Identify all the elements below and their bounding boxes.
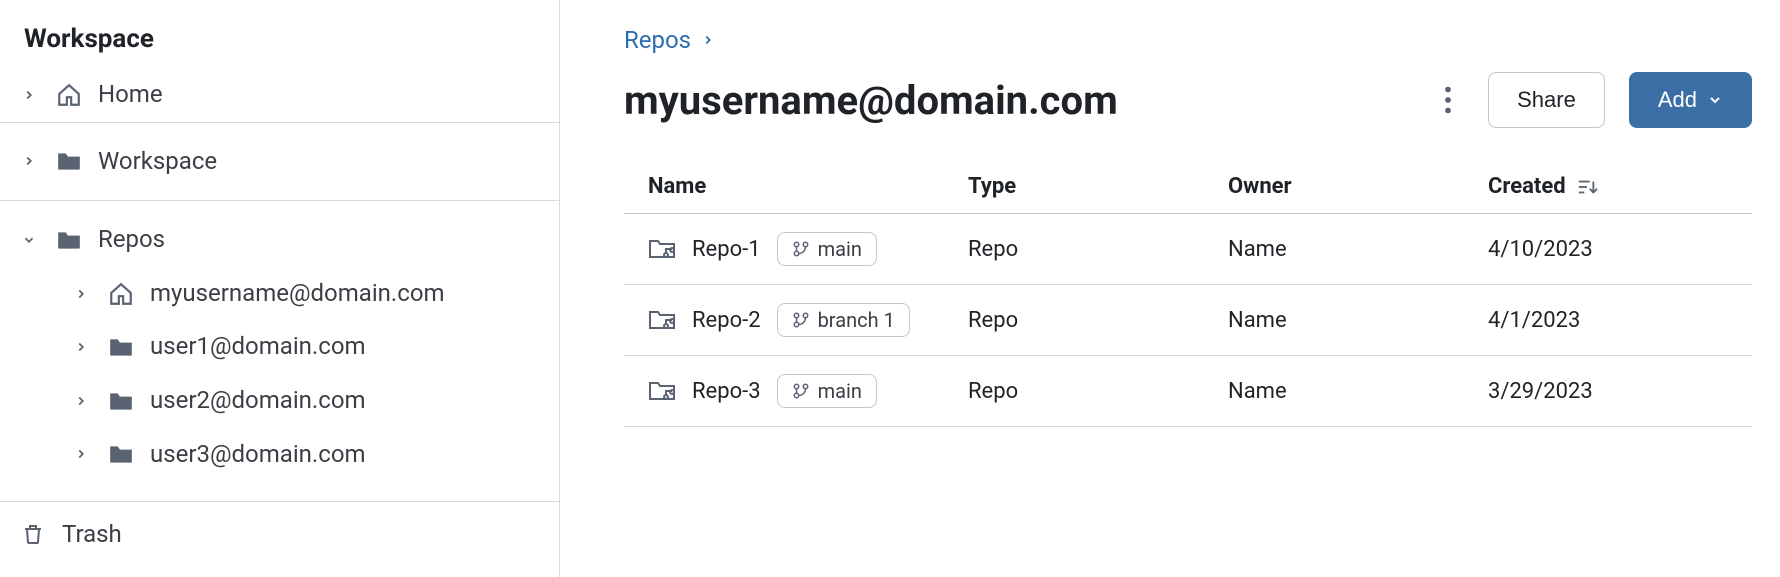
- chevron-right-icon[interactable]: [18, 88, 40, 102]
- main: Repos myusername@domain.com Share Add: [560, 0, 1780, 577]
- cell-type: Repo: [968, 237, 1228, 262]
- trash-icon: [18, 521, 48, 547]
- repo-name: Repo-3: [692, 379, 761, 404]
- git-branch-icon: [792, 311, 810, 329]
- chevron-down-icon[interactable]: [18, 233, 40, 247]
- sidebar-title: Workspace: [0, 0, 559, 68]
- cell-type: Repo: [968, 308, 1228, 333]
- chevron-right-icon[interactable]: [70, 340, 92, 354]
- share-button[interactable]: Share: [1488, 72, 1605, 128]
- sidebar-item-trash[interactable]: Trash: [0, 502, 559, 566]
- sort-descending-icon: [1576, 177, 1598, 197]
- repo-table: Name Type Owner Created Repo-1: [624, 164, 1752, 427]
- table-row[interactable]: Repo-3 main Repo Name 3/29/2023: [624, 356, 1752, 427]
- sidebar-item-workspace[interactable]: Workspace: [0, 123, 559, 201]
- sidebar-item-label: user1@domain.com: [150, 330, 366, 364]
- cell-created: 3/29/2023: [1488, 379, 1728, 404]
- sidebar: Workspace Home Workspace: [0, 0, 560, 577]
- branch-name: main: [818, 379, 862, 403]
- table-row[interactable]: Repo-1 main Repo Name 4/10/2023: [624, 214, 1752, 285]
- sidebar-item-label: user3@domain.com: [150, 438, 366, 472]
- cell-name: Repo-1 main: [648, 232, 968, 266]
- chevron-right-icon[interactable]: [70, 287, 92, 301]
- repo-name: Repo-2: [692, 308, 761, 333]
- col-name[interactable]: Name: [648, 174, 968, 199]
- sidebar-item-label: Workspace: [98, 145, 217, 179]
- cell-created: 4/10/2023: [1488, 237, 1728, 262]
- branch-chip[interactable]: main: [777, 232, 877, 266]
- breadcrumb: Repos: [624, 26, 1752, 54]
- cell-owner: Name: [1228, 308, 1488, 333]
- cell-name: Repo-2 branch 1: [648, 303, 968, 337]
- sidebar-item-repo-user[interactable]: myusername@domain.com: [0, 267, 559, 321]
- repo-name: Repo-1: [692, 237, 761, 262]
- branch-name: branch 1: [818, 308, 895, 332]
- page-title: myusername@domain.com: [624, 77, 1428, 124]
- repo-folder-icon: [648, 379, 676, 403]
- branch-chip[interactable]: branch 1: [777, 303, 910, 337]
- cell-owner: Name: [1228, 237, 1488, 262]
- cell-name: Repo-3 main: [648, 374, 968, 408]
- header-row: myusername@domain.com Share Add: [624, 72, 1752, 128]
- sidebar-item-label: Repos: [98, 223, 165, 257]
- sidebar-item-label: myusername@domain.com: [150, 277, 445, 311]
- sidebar-item-repo-user[interactable]: user3@domain.com: [0, 428, 559, 482]
- folder-icon: [106, 336, 136, 358]
- cell-type: Repo: [968, 379, 1228, 404]
- repo-folder-icon: [648, 237, 676, 261]
- sidebar-item-repo-user[interactable]: user2@domain.com: [0, 374, 559, 428]
- branch-name: main: [818, 237, 862, 261]
- folder-icon: [54, 150, 84, 172]
- home-icon: [106, 281, 136, 307]
- repo-folder-icon: [648, 308, 676, 332]
- share-button-label: Share: [1517, 87, 1576, 113]
- col-created-label: Created: [1488, 174, 1566, 199]
- col-created[interactable]: Created: [1488, 174, 1728, 199]
- chevron-down-icon: [1707, 92, 1723, 108]
- folder-icon: [106, 390, 136, 412]
- folder-icon: [106, 443, 136, 465]
- add-button[interactable]: Add: [1629, 72, 1752, 128]
- sidebar-item-home[interactable]: Home: [0, 68, 559, 122]
- col-type[interactable]: Type: [968, 174, 1228, 199]
- col-owner[interactable]: Owner: [1228, 174, 1488, 199]
- cell-owner: Name: [1228, 379, 1488, 404]
- table-header: Name Type Owner Created: [624, 164, 1752, 214]
- chevron-right-icon[interactable]: [18, 154, 40, 168]
- sidebar-item-label: user2@domain.com: [150, 384, 366, 418]
- sidebar-item-repos[interactable]: Repos: [0, 201, 559, 267]
- breadcrumb-link-repos[interactable]: Repos: [624, 26, 691, 54]
- sidebar-item-repo-user[interactable]: user1@domain.com: [0, 320, 559, 374]
- chevron-right-icon: [701, 33, 715, 47]
- kebab-menu-button[interactable]: [1428, 80, 1468, 120]
- add-button-label: Add: [1658, 87, 1697, 113]
- git-branch-icon: [792, 240, 810, 258]
- table-row[interactable]: Repo-2 branch 1 Repo Name 4/1/2023: [624, 285, 1752, 356]
- folder-icon: [54, 229, 84, 251]
- branch-chip[interactable]: main: [777, 374, 877, 408]
- git-branch-icon: [792, 382, 810, 400]
- chevron-right-icon[interactable]: [70, 394, 92, 408]
- cell-created: 4/1/2023: [1488, 308, 1728, 333]
- sidebar-item-label: Home: [98, 78, 163, 112]
- sidebar-item-label: Trash: [62, 520, 122, 548]
- chevron-right-icon[interactable]: [70, 447, 92, 461]
- home-icon: [54, 82, 84, 108]
